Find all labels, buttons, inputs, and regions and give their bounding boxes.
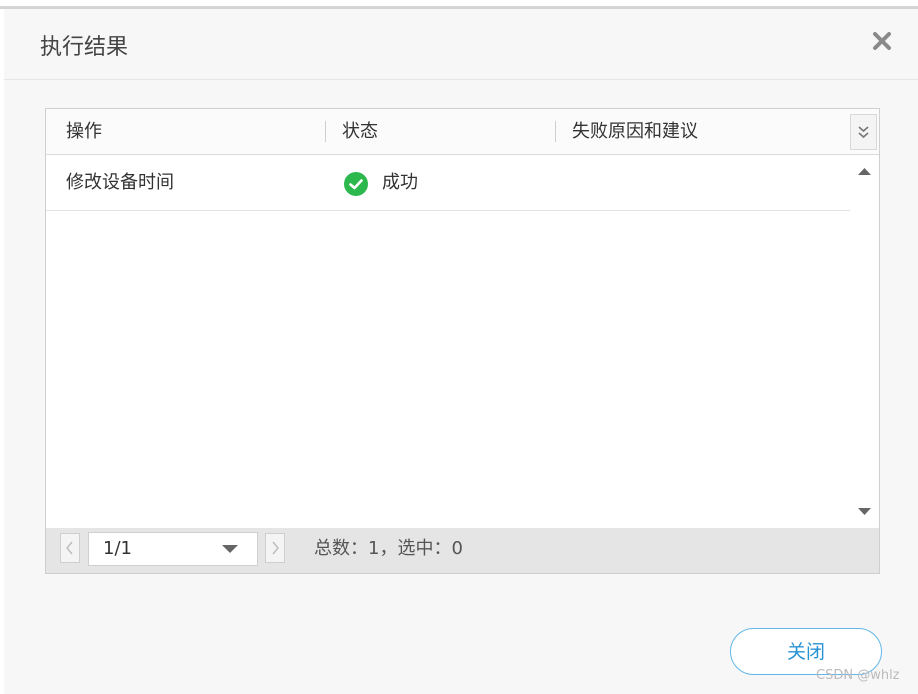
column-divider[interactable]: [555, 121, 556, 142]
table-row[interactable]: 修改设备时间 成功: [46, 155, 850, 211]
column-header-operation[interactable]: 操作: [66, 109, 102, 154]
check-circle-icon: [344, 172, 368, 196]
next-page-button[interactable]: [265, 533, 285, 563]
pagination-bar: 1/1 总数：1，选中：0: [46, 528, 879, 573]
selection-summary: 总数：1，选中：0: [314, 538, 463, 559]
dialog-titlebar: 执行结果: [4, 9, 918, 80]
chevron-left-icon: [66, 541, 73, 555]
chevron-right-icon: [272, 541, 279, 555]
double-chevron-down-icon: [858, 126, 869, 139]
column-divider[interactable]: [325, 121, 326, 142]
scroll-down-arrow-icon[interactable]: [858, 508, 871, 515]
column-header-status[interactable]: 状态: [342, 109, 378, 154]
watermark: CSDN @whlz: [816, 668, 900, 683]
prev-page-button[interactable]: [60, 533, 80, 563]
result-dialog: 执行结果 操作 状态 失败原因和建议 修改设备时间 成功 1/1 总数：1，选中…: [4, 9, 918, 694]
table-header: 操作 状态 失败原因和建议: [46, 109, 879, 155]
close-icon[interactable]: [868, 27, 896, 55]
column-header-reason[interactable]: 失败原因和建议: [572, 109, 698, 154]
page-select[interactable]: 1/1: [88, 532, 258, 566]
dialog-title: 执行结果: [40, 35, 129, 60]
vertical-scrollbar[interactable]: [850, 155, 879, 527]
chevron-down-icon: [222, 545, 238, 553]
status-cell: 成功: [382, 172, 418, 193]
result-table: 操作 状态 失败原因和建议 修改设备时间 成功 1/1 总数：1，选中：0: [45, 108, 880, 574]
column-menu-button[interactable]: [850, 114, 877, 150]
scroll-up-arrow-icon[interactable]: [858, 168, 871, 175]
operation-cell: 修改设备时间: [66, 172, 174, 193]
page-select-value: 1/1: [103, 538, 132, 559]
